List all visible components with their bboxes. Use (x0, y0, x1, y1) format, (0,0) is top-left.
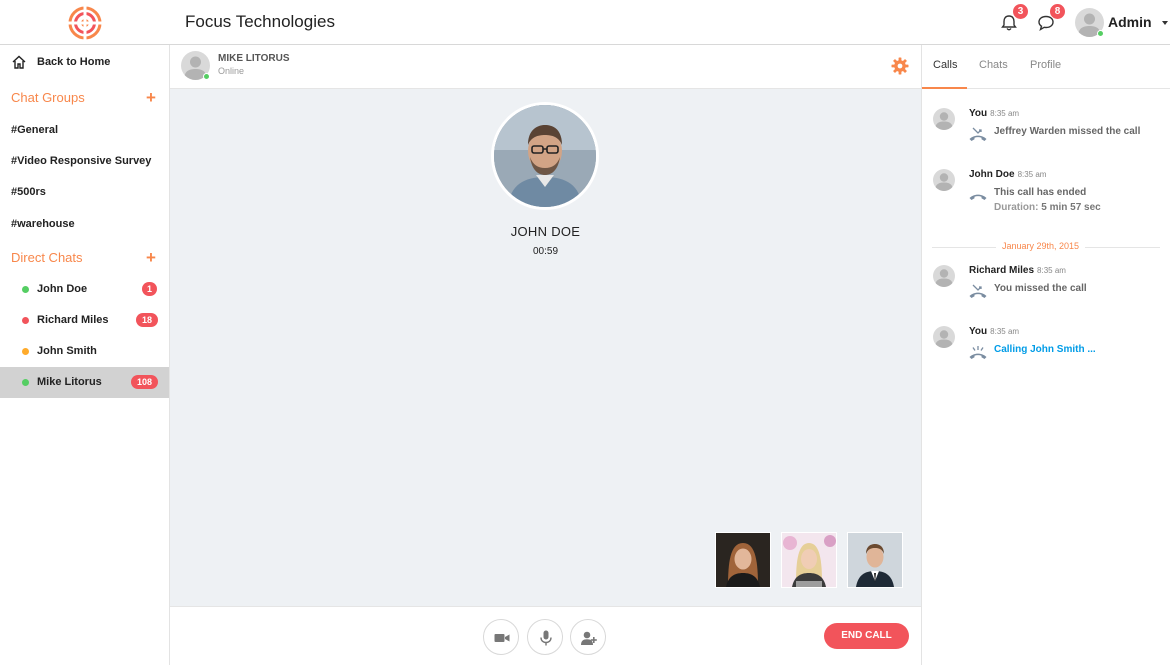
calling-icon (969, 346, 987, 359)
logo[interactable] (68, 6, 102, 40)
sidebar-item-richard-miles[interactable]: Richard Miles 18 (0, 305, 169, 336)
active-tab-indicator (922, 87, 967, 89)
call-time: 8:35 am (1037, 266, 1066, 275)
back-to-home-link[interactable]: Back to Home (11, 54, 161, 72)
caller-name: You 8:35 am (969, 108, 1020, 119)
settings-button[interactable] (891, 57, 909, 75)
user-name: Admin (1108, 14, 1152, 30)
call-time: 8:35 am (990, 109, 1020, 118)
woman-portrait-image (716, 533, 770, 587)
notifications-button[interactable]: 3 (999, 4, 1028, 33)
contact-name: John Doe (37, 283, 88, 295)
status-dot (22, 317, 29, 324)
user-placeholder-icon (935, 269, 953, 287)
call-duration: Duration: 5 min 57 sec (994, 202, 1101, 213)
call-time: 8:35 am (990, 327, 1020, 336)
tab-calls[interactable]: Calls (933, 59, 957, 71)
contact-status: Online (218, 66, 245, 76)
call-description: This call has ended (994, 187, 1087, 198)
contact-name: Mike Litorus (37, 376, 102, 388)
sidebar-item-john-smith[interactable]: John Smith (0, 336, 169, 367)
contact-name: Richard Miles (37, 314, 109, 326)
call-description: Calling John Smith ... (994, 344, 1096, 355)
call-history-item[interactable]: John Doe 8:35 am This call has ended Dura… (922, 169, 1170, 225)
sidebar-item-group[interactable]: #General (11, 124, 58, 136)
chat-header: MIKE LITORUS Online (170, 45, 921, 89)
tab-profile[interactable]: Profile (1030, 59, 1061, 71)
back-to-home-label: Back to Home (37, 56, 111, 68)
call-duration-value: 5 min 57 sec (1041, 202, 1101, 213)
app-title: Focus Technologies (185, 12, 335, 31)
unread-badge: 108 (131, 375, 159, 389)
microphone-toggle-button[interactable] (527, 619, 563, 655)
microphone-icon (540, 630, 552, 646)
missed-call-icon (969, 127, 987, 141)
sidebar-item-group[interactable]: #warehouse (11, 218, 75, 230)
user-placeholder-icon (935, 112, 953, 130)
participant-thumbnail[interactable] (781, 532, 837, 588)
messages-button[interactable]: 8 (1036, 4, 1065, 33)
caller-name: You 8:35 am (969, 326, 1020, 337)
video-toggle-button[interactable] (483, 619, 519, 655)
status-dot (22, 379, 29, 386)
avatar (933, 265, 955, 287)
call-description: Jeffrey Warden missed the call (994, 126, 1141, 137)
sidebar: Back to Home Chat Groups + #General #Vid… (0, 45, 170, 665)
video-call-area: JOHN DOE 00:59 (170, 89, 921, 606)
add-participant-button[interactable] (570, 619, 606, 655)
status-dot (22, 348, 29, 355)
unread-badge: 18 (136, 313, 159, 327)
user-placeholder-icon (935, 330, 953, 348)
tab-chats[interactable]: Chats (979, 59, 1008, 71)
sidebar-item-mike-litorus[interactable]: Mike Litorus 108 (0, 367, 169, 398)
caller-name: John Doe 8:35 am (969, 169, 1047, 180)
online-status-dot (1097, 30, 1104, 37)
notifications-badge: 3 (1013, 4, 1028, 19)
chat-groups-title: Chat Groups (11, 90, 85, 105)
gear-icon (891, 57, 909, 75)
call-ended-icon (969, 194, 987, 200)
contact-name: John Smith (37, 345, 97, 357)
panel-tabs: Calls Chats Profile (922, 45, 1170, 89)
unread-badge: 1 (142, 282, 158, 296)
caller-name: Richard Miles 8:35 am (969, 265, 1066, 276)
man-portrait-image (494, 105, 596, 207)
contact-name: MIKE LITORUS (218, 53, 290, 64)
online-status-dot (203, 73, 210, 80)
call-history-item[interactable]: You 8:35 am Jeffrey Warden missed the cal… (922, 108, 1170, 164)
call-history-item[interactable]: You 8:35 am Calling John Smith ... (922, 326, 1170, 382)
sidebar-item-group[interactable]: #Video Responsive Survey (11, 155, 151, 167)
man-portrait-image (848, 533, 902, 587)
user-placeholder-icon (935, 173, 953, 191)
add-direct-chat-button[interactable]: + (146, 249, 156, 266)
add-chat-group-button[interactable]: + (146, 89, 156, 106)
avatar (933, 326, 955, 348)
callee-photo (491, 102, 599, 210)
call-history-item[interactable]: Richard Miles 8:35 am You missed the call (922, 265, 1170, 321)
participant-thumbnail[interactable] (847, 532, 903, 588)
add-user-icon (581, 631, 597, 645)
right-panel: Calls Chats Profile You 8:35 am Jeffrey W… (921, 45, 1170, 665)
end-call-button[interactable]: END CALL (824, 623, 909, 649)
direct-chats-title: Direct Chats (11, 250, 83, 265)
call-controls-bar: END CALL (170, 606, 921, 665)
avatar (933, 169, 955, 191)
top-header: Focus Technologies 3 8 Admin (0, 0, 1170, 45)
sidebar-item-john-doe[interactable]: John Doe 1 (0, 274, 169, 305)
status-dot (22, 286, 29, 293)
call-time: 8:35 am (1017, 170, 1047, 179)
woman-portrait-image (782, 533, 836, 587)
call-description: You missed the call (994, 283, 1087, 294)
home-icon (12, 55, 26, 69)
messages-badge: 8 (1050, 4, 1065, 19)
missed-call-icon (969, 284, 987, 298)
date-divider-label: January 29th, 2015 (996, 241, 1086, 251)
call-timer: 00:59 (532, 246, 559, 257)
participant-thumbnail[interactable] (715, 532, 771, 588)
sidebar-item-group[interactable]: #500rs (11, 186, 46, 198)
chevron-down-icon (1162, 21, 1168, 25)
video-camera-icon (494, 634, 510, 642)
callee-name: JOHN DOE (510, 224, 581, 239)
avatar (933, 108, 955, 130)
